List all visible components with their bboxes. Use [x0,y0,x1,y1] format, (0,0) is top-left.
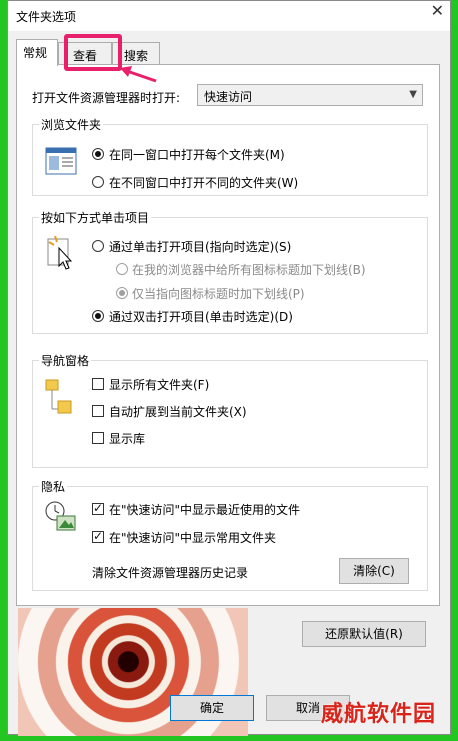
expand-current-label: 自动扩展到当前文件夹(X) [109,405,247,419]
checkbox-recent-files[interactable] [92,501,104,515]
underline-hover-label: 仅当指向图标标题时加下划线(P) [132,287,305,301]
tab-search-label: 搜索 [123,49,148,63]
highlight-box [64,34,122,71]
cursor-click-icon [47,236,73,270]
click-items-title: 按如下方式单击项目 [39,209,152,226]
radio-single-click[interactable] [92,240,104,252]
same-window-label: 在同一窗口中打开每个文件夹(M) [109,148,285,162]
open-explorer-select[interactable]: 快速访问 ▼ [197,84,423,106]
double-click-label: 通过双击打开项目(单击时选定)(D) [109,310,293,324]
window-title: 文件夹选项 [16,10,77,24]
navigation-pane-title: 导航窗格 [39,352,92,369]
restore-defaults-button[interactable]: 还原默认值(R) [302,621,426,647]
browse-folders-group: 浏览文件夹 在同一窗口中打开每个文件夹(M) 在不同窗口中打开不同的文件夹(W) [32,116,428,196]
checkbox-frequent-folders[interactable] [92,529,104,543]
general-tab-panel: 打开文件资源管理器时打开: 快速访问 ▼ 浏览文件夹 在同一窗口中打开每个文件夹… [16,64,440,606]
privacy-title: 隐私 [39,478,68,495]
folder-options-window: 文件夹选项 ✕ 常规 查看 搜索 打开文件资源管理器时打开: 快速访问 ▼ 浏览… [7,0,451,736]
clear-history-button[interactable]: 清除(C) [339,558,409,584]
privacy-group: 隐私 在"快速访问"中显示最近使用的文件 在"快速访问"中显示常用文件夹 清除文… [32,478,428,591]
folder-tree-icon [45,379,72,414]
show-all-folders-label: 显示所有文件夹(F) [109,378,210,392]
close-icon[interactable]: ✕ [431,3,444,19]
clear-history-label: 清除文件资源管理器历史记录 [92,566,249,580]
radio-underline-hover[interactable] [116,287,128,299]
recent-files-label: 在"快速访问"中显示最近使用的文件 [109,503,301,517]
window-layout-icon [45,147,77,175]
site-watermark: 威航软件园 [320,702,436,727]
checkbox-expand-current[interactable] [92,405,104,417]
pointer-arrow-icon [120,66,157,83]
show-libraries-label: 显示库 [109,432,146,446]
radio-different-window[interactable] [92,176,104,188]
checkbox-show-libraries[interactable] [92,432,104,444]
single-click-label: 通过单击打开项目(指向时选定)(S) [109,240,292,254]
open-explorer-value: 快速访问 [204,90,253,104]
chevron-down-icon: ▼ [409,89,417,100]
frequent-folders-label: 在"快速访问"中显示常用文件夹 [109,531,277,545]
browse-folders-title: 浏览文件夹 [39,116,104,133]
radio-double-click[interactable] [92,310,104,322]
radio-same-window[interactable] [92,148,104,160]
different-window-label: 在不同窗口中打开不同的文件夹(W) [109,176,299,190]
underline-all-label: 在我的浏览器中给所有图标标题加下划线(B) [132,263,366,277]
title-bar: 文件夹选项 ✕ [8,1,450,31]
ok-button[interactable]: 确定 [170,695,254,721]
tab-general[interactable]: 常规 [16,39,58,66]
click-items-group: 按如下方式单击项目 通过单击打开项目(指向时选定)(S) 在我的浏览器中给所有图… [32,209,428,334]
privacy-clock-icon [45,501,76,531]
navigation-pane-group: 导航窗格 显示所有文件夹(F) 自动扩展到当前文件夹(X) 显示库 [32,352,428,468]
radio-underline-all[interactable] [116,263,128,275]
open-explorer-label: 打开文件资源管理器时打开: [32,91,181,105]
checkbox-show-all-folders[interactable] [92,378,104,390]
tab-general-label: 常规 [23,46,48,60]
